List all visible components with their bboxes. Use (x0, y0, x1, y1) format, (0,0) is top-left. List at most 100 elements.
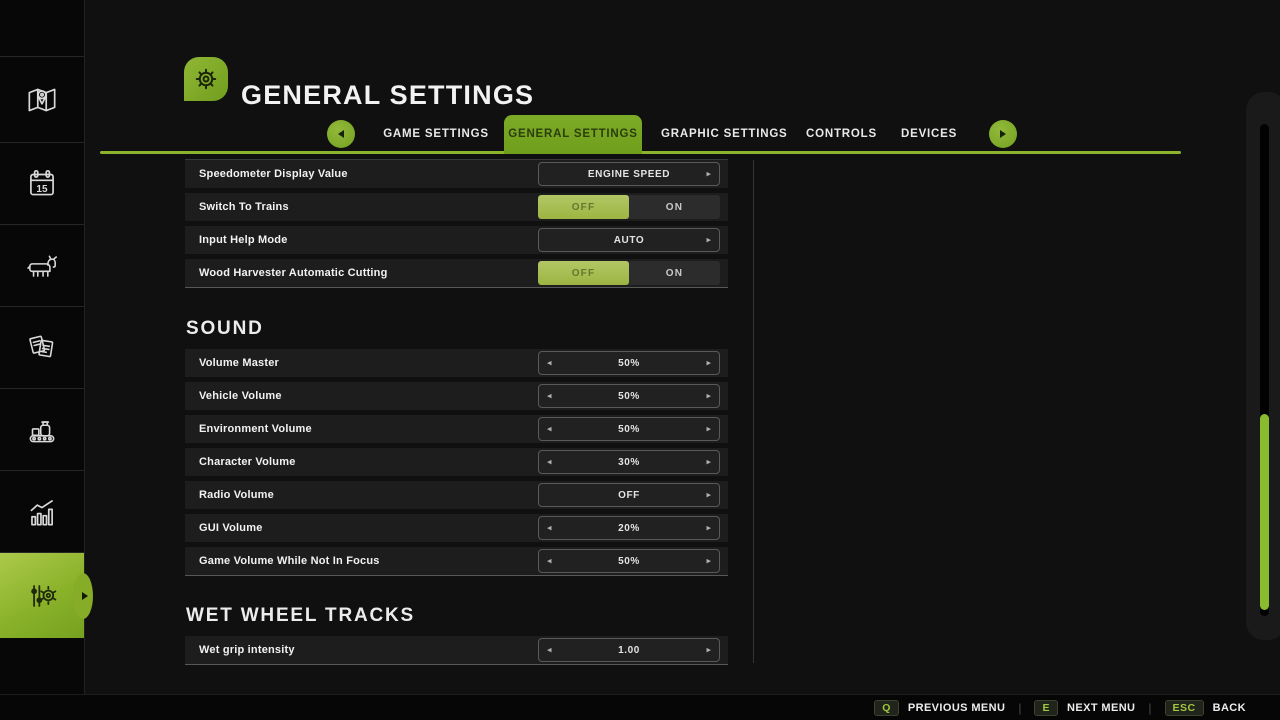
page-title: GENERAL SETTINGS (241, 80, 535, 111)
content-right-edge (753, 160, 754, 663)
toggle-off-option[interactable]: OFF (538, 195, 629, 219)
increase-arrow-icon[interactable]: ▸ (706, 523, 711, 533)
setting-label: Vehicle Volume (199, 390, 282, 402)
increase-arrow-icon[interactable]: ▸ (706, 457, 711, 467)
statistics-icon (30, 499, 53, 526)
setting-label: Game Volume While Not In Focus (199, 555, 380, 567)
setting-row: Environment Volume ◂ 50% ▸ (185, 415, 728, 443)
setting-label: Radio Volume (199, 489, 274, 501)
sidebar-item-statistics[interactable] (0, 470, 84, 552)
setting-label: Volume Master (199, 357, 280, 369)
decrease-arrow-icon[interactable]: ◂ (547, 358, 552, 368)
tab-general-settings[interactable]: GENERAL SETTINGS (504, 115, 642, 154)
section-title-sound: SOUND (186, 317, 264, 339)
sidebar-item-contracts[interactable] (0, 306, 84, 388)
setting-row: Wet grip intensity ◂ 1.00 ▸ (185, 636, 728, 664)
tabs-next-button[interactable] (989, 120, 1017, 148)
decrease-arrow-icon[interactable]: ◂ (547, 645, 552, 655)
settings-group-sound: Volume Master ◂ 50% ▸ Vehicle Volume ◂ 5… (185, 349, 728, 576)
map-icon (28, 88, 56, 111)
general-settings-screen: 15 GENERAL SETTINGS GAME SETTINGS GENERA… (0, 0, 1280, 720)
speedometer-display-value-option[interactable]: ENGINE SPEED ▸ (538, 162, 720, 186)
key-badge-e: E (1034, 699, 1058, 716)
settings-group-wet-wheel-tracks: Wet grip intensity ◂ 1.00 ▸ (185, 636, 728, 665)
sidebar-item-animals[interactable] (0, 224, 84, 306)
next-option-arrow-icon[interactable]: ▸ (706, 169, 711, 179)
setting-row: Radio Volume OFF ▸ (185, 481, 728, 509)
decrease-arrow-icon[interactable]: ◂ (547, 556, 552, 566)
setting-label: Wet grip intensity (199, 644, 295, 656)
scrollbar-track[interactable] (1260, 124, 1269, 616)
wood-harvester-automatic-cutting-toggle[interactable]: OFF ON (538, 261, 720, 285)
sidebar-item-production[interactable] (0, 388, 84, 470)
setting-label: Environment Volume (199, 423, 312, 435)
setting-row: Character Volume ◂ 30% ▸ (185, 448, 728, 476)
tabs-previous-button[interactable] (327, 120, 355, 148)
setting-label: Speedometer Display Value (199, 168, 348, 180)
game-volume-not-in-focus-stepper[interactable]: ◂ 50% ▸ (538, 549, 720, 573)
left-arrow-icon (338, 130, 344, 138)
sidebar-empty-slot (0, 0, 84, 56)
sidebar: 15 (0, 0, 93, 694)
footer-hint-bar: Q PREVIOUS MENU | E NEXT MENU | ESC BACK (0, 694, 1280, 720)
back-hint[interactable]: ESC BACK (1164, 699, 1246, 716)
scrollbar-thumb[interactable] (1260, 414, 1269, 610)
setting-label: Switch To Trains (199, 201, 289, 213)
setting-row: Vehicle Volume ◂ 50% ▸ (185, 382, 728, 410)
setting-label: GUI Volume (199, 522, 263, 534)
setting-label: Wood Harvester Automatic Cutting (199, 267, 388, 279)
decrease-arrow-icon[interactable]: ◂ (547, 424, 552, 434)
gui-volume-stepper[interactable]: ◂ 20% ▸ (538, 516, 720, 540)
setting-row: GUI Volume ◂ 20% ▸ (185, 514, 728, 542)
increase-arrow-icon[interactable]: ▸ (706, 556, 711, 566)
calendar-icon: 15 (30, 169, 54, 195)
previous-menu-hint[interactable]: Q PREVIOUS MENU (874, 699, 1005, 716)
contracts-icon (29, 335, 54, 357)
sidebar-item-calendar[interactable]: 15 (0, 142, 84, 224)
key-badge-q: Q (874, 699, 899, 716)
next-option-arrow-icon[interactable]: ▸ (706, 235, 711, 245)
vehicle-volume-stepper[interactable]: ◂ 50% ▸ (538, 384, 720, 408)
switch-to-trains-toggle[interactable]: OFF ON (538, 195, 720, 219)
next-menu-hint[interactable]: E NEXT MENU (1034, 699, 1135, 716)
radio-volume-stepper[interactable]: OFF ▸ (538, 483, 720, 507)
tab-devices[interactable]: DEVICES (901, 115, 956, 153)
setting-row: Input Help Mode AUTO ▸ (185, 226, 728, 254)
key-badge-esc: ESC (1164, 699, 1204, 716)
setting-row: Wood Harvester Automatic Cutting OFF ON (185, 259, 728, 287)
setting-row: Switch To Trains OFF ON (185, 193, 728, 221)
environment-volume-stepper[interactable]: ◂ 50% ▸ (538, 417, 720, 441)
section-title-wet-wheel-tracks: WET WHEEL TRACKS (186, 604, 415, 626)
toggle-off-option[interactable]: OFF (538, 261, 629, 285)
hint-separator: | (1018, 700, 1022, 715)
setting-row: Speedometer Display Value ENGINE SPEED ▸ (185, 160, 728, 188)
animals-icon (27, 254, 58, 277)
toggle-on-option[interactable]: ON (629, 261, 720, 285)
right-arrow-icon (1000, 130, 1006, 138)
tab-controls[interactable]: CONTROLS (806, 115, 876, 153)
settings-icon (31, 584, 57, 607)
decrease-arrow-icon[interactable]: ◂ (547, 391, 552, 401)
settings-group-general: Speedometer Display Value ENGINE SPEED ▸… (185, 159, 728, 288)
increase-arrow-icon[interactable]: ▸ (706, 645, 711, 655)
setting-label: Character Volume (199, 456, 296, 468)
decrease-arrow-icon[interactable]: ◂ (547, 523, 552, 533)
increase-arrow-icon[interactable]: ▸ (706, 391, 711, 401)
volume-master-stepper[interactable]: ◂ 50% ▸ (538, 351, 720, 375)
active-item-arrow-icon (82, 591, 88, 600)
input-help-mode-option[interactable]: AUTO ▸ (538, 228, 720, 252)
decrease-arrow-icon[interactable]: ◂ (547, 457, 552, 467)
setting-row: Game Volume While Not In Focus ◂ 50% ▸ (185, 547, 728, 575)
toggle-on-option[interactable]: ON (629, 195, 720, 219)
scrollbar-panel (1246, 92, 1280, 640)
character-volume-stepper[interactable]: ◂ 30% ▸ (538, 450, 720, 474)
gear-icon (195, 68, 217, 90)
wet-grip-intensity-stepper[interactable]: ◂ 1.00 ▸ (538, 638, 720, 662)
tab-graphic-settings[interactable]: GRAPHIC SETTINGS (661, 115, 787, 153)
tab-game-settings[interactable]: GAME SETTINGS (383, 115, 489, 153)
increase-arrow-icon[interactable]: ▸ (706, 358, 711, 368)
sidebar-item-settings[interactable] (0, 552, 93, 638)
increase-arrow-icon[interactable]: ▸ (706, 490, 711, 500)
setting-row: Volume Master ◂ 50% ▸ (185, 349, 728, 377)
increase-arrow-icon[interactable]: ▸ (706, 424, 711, 434)
